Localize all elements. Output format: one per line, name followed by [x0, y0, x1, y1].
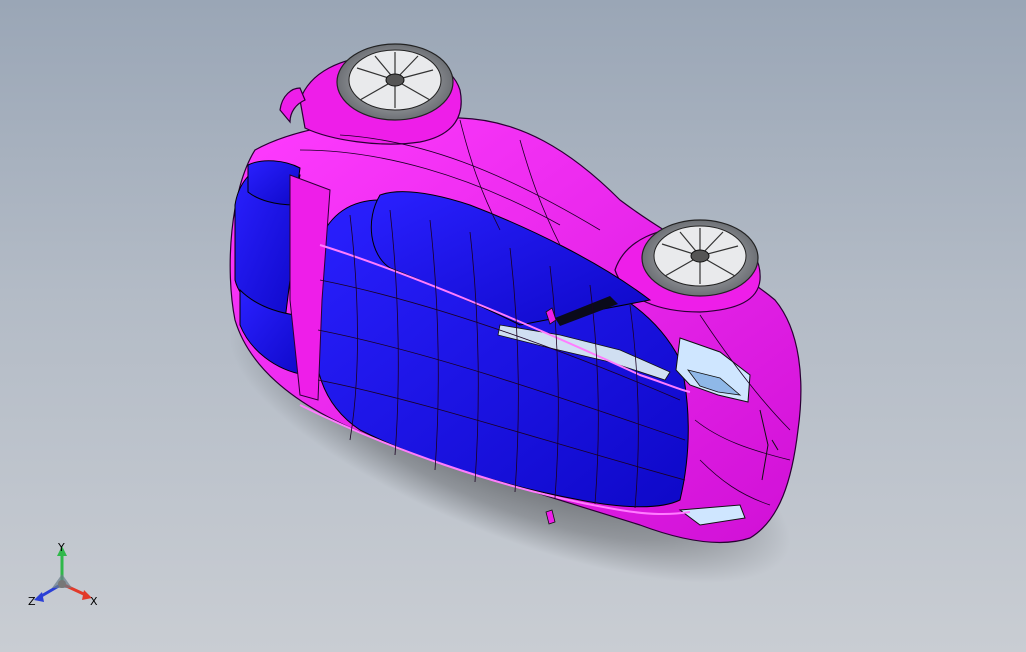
front-wheel	[641, 219, 759, 297]
car-model-view[interactable]	[0, 0, 1026, 652]
triad-z-label: Z	[28, 595, 36, 608]
reference-triad[interactable]: Y X Z	[22, 538, 112, 618]
rear-wheel	[336, 43, 454, 121]
graphics-viewport[interactable]: Y X Z	[0, 0, 1026, 652]
triad-x-label: X	[90, 595, 98, 608]
triad-y-label: Y	[58, 541, 65, 554]
